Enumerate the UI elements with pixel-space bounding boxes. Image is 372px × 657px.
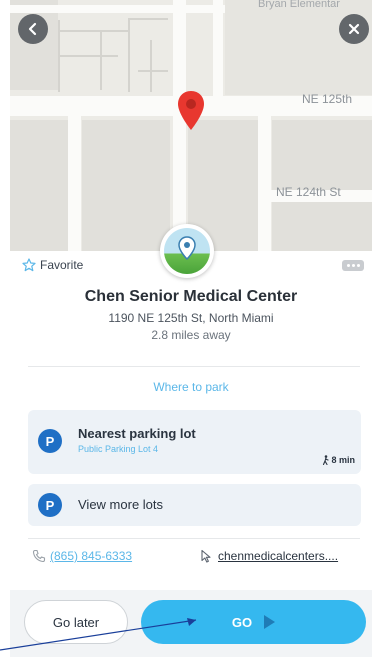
map-street xyxy=(128,18,130,92)
favorite-button[interactable]: Favorite xyxy=(22,258,83,272)
map-label-street: NE 124th St xyxy=(276,185,341,199)
location-pin-icon xyxy=(178,91,204,130)
view-more-lots-label: View more lots xyxy=(78,497,164,512)
phone-icon xyxy=(32,549,46,563)
walk-time-value: 8 min xyxy=(331,455,355,465)
more-options-button[interactable] xyxy=(342,260,364,271)
where-to-park-header: Where to park xyxy=(153,380,229,394)
play-icon xyxy=(264,615,276,629)
dot xyxy=(356,264,360,267)
nearest-parking-title: Nearest parking lot xyxy=(78,426,196,441)
cursor-icon xyxy=(201,549,211,563)
dot xyxy=(346,264,350,267)
place-category-icon xyxy=(160,224,214,278)
map-street xyxy=(58,55,118,57)
map-street xyxy=(150,40,152,92)
map-label-school: Bryan Elementar xyxy=(258,0,340,10)
map-block xyxy=(82,120,170,262)
map-street xyxy=(100,30,102,90)
phone-link[interactable]: (865) 845-6333 xyxy=(32,549,132,563)
map-marker-icon xyxy=(178,236,196,261)
map-road xyxy=(258,110,271,262)
view-more-lots-card[interactable]: P View more lots xyxy=(28,484,361,526)
go-later-button[interactable]: Go later xyxy=(24,600,128,644)
favorite-label: Favorite xyxy=(40,258,84,272)
parking-icon: P xyxy=(38,493,62,517)
map-road xyxy=(68,110,81,262)
walk-time: 8 min xyxy=(322,455,355,465)
map-block xyxy=(10,120,68,262)
map-street xyxy=(128,18,168,20)
website-url: chenmedicalcenters.... xyxy=(218,549,339,563)
website-link[interactable]: chenmedicalcenters.... xyxy=(200,549,338,563)
map-road xyxy=(10,5,225,13)
go-button[interactable]: GO xyxy=(141,600,366,644)
phone-number: (865) 845-6333 xyxy=(50,549,133,563)
nearest-parking-subtitle: Public Parking Lot 4 xyxy=(78,444,159,454)
map-label-street: NE 125th xyxy=(302,92,353,106)
place-address: 1190 NE 125th St, North Miami xyxy=(108,311,274,325)
nearest-parking-card[interactable]: P Nearest parking lot Public Parking Lot… xyxy=(28,410,361,474)
close-icon xyxy=(348,23,360,35)
map-street xyxy=(58,30,128,32)
star-icon xyxy=(22,258,36,272)
dot xyxy=(351,264,355,267)
walking-icon xyxy=(323,455,330,465)
divider xyxy=(28,538,360,539)
place-name: Chen Senior Medical Center xyxy=(84,288,298,305)
divider xyxy=(28,366,360,367)
map-road xyxy=(213,0,223,100)
close-button[interactable] xyxy=(339,14,369,44)
chevron-left-icon xyxy=(28,22,37,36)
go-label: GO xyxy=(231,614,253,630)
map-street xyxy=(138,70,168,72)
back-button[interactable] xyxy=(18,14,48,44)
place-distance: 2.8 miles away xyxy=(151,328,231,342)
parking-icon: P xyxy=(38,429,62,453)
